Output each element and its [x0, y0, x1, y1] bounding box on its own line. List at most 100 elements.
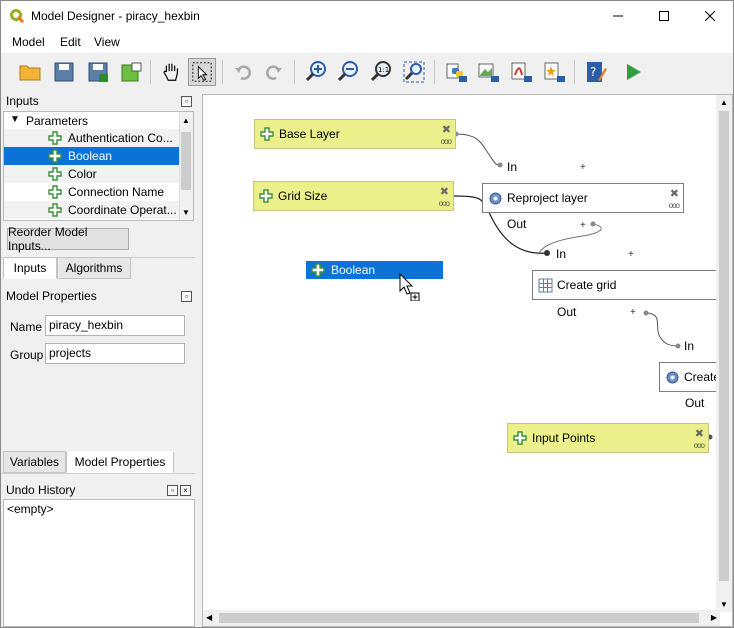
zoom-actual-button[interactable]: 1:1 — [367, 58, 395, 86]
expand-port-icon[interactable]: + — [580, 162, 586, 173]
remove-node-icon[interactable]: ✖ — [442, 123, 451, 136]
float-panel-icon[interactable]: ▫ — [167, 485, 178, 496]
save-as-button[interactable] — [84, 58, 112, 86]
tab-algorithms[interactable]: Algorithms — [57, 257, 131, 279]
minimize-icon — [613, 15, 623, 17]
undo-list[interactable]: <empty> — [3, 499, 195, 627]
pan-tool-button[interactable] — [157, 58, 185, 86]
remove-node-icon[interactable]: ✖ — [440, 185, 449, 198]
maximize-button[interactable] — [641, 1, 687, 31]
svg-text:1:1: 1:1 — [378, 66, 389, 74]
run-model-button[interactable] — [619, 58, 647, 86]
edit-help-button[interactable]: ? — [582, 58, 610, 86]
port-in[interactable]: In — [507, 160, 517, 174]
node-input-points[interactable]: Input Points ✖ ooo — [507, 423, 709, 453]
tab-variables[interactable]: Variables — [3, 451, 66, 473]
tree-item-color[interactable]: Color — [4, 165, 180, 183]
undo-panel-controls: ▫ × — [167, 485, 191, 496]
redo-button[interactable] — [260, 58, 288, 86]
node-options-icon[interactable]: ooo — [441, 137, 452, 146]
tree-item-label: Authentication Co... — [68, 131, 173, 145]
inputs-tree: ▼ Parameters Authentication Co... Boolea… — [3, 111, 194, 221]
tree-scrollbar[interactable]: ▲ ▼ — [179, 112, 193, 220]
scroll-left-icon[interactable]: ◀ — [206, 613, 212, 622]
tab-model-properties[interactable]: Model Properties — [66, 451, 174, 473]
close-button[interactable] — [687, 1, 733, 31]
parameter-plus-icon — [260, 127, 274, 141]
node-grid-size[interactable]: Grid Size ✖ ooo — [253, 181, 454, 211]
remove-node-icon[interactable]: ✖ — [670, 187, 679, 200]
export-svg-button[interactable] — [540, 58, 568, 86]
python-export-icon — [446, 63, 467, 82]
menu-bar: Model Edit View — [1, 31, 733, 53]
scroll-down-icon[interactable]: ▼ — [720, 600, 728, 609]
tree-root-parameters[interactable]: ▼ Parameters — [4, 112, 180, 130]
port-in[interactable]: In — [556, 247, 566, 261]
save-in-project-button[interactable] — [117, 58, 145, 86]
menu-view[interactable]: View — [94, 35, 120, 49]
float-panel-icon[interactable]: ▫ — [181, 96, 192, 107]
node-reproject-layer[interactable]: Reproject layer ✖ ooo — [482, 183, 684, 213]
node-create-grid[interactable]: Create grid — [532, 270, 732, 300]
scroll-down-icon[interactable]: ▼ — [182, 208, 190, 217]
save-as-icon — [88, 62, 108, 82]
node-options-icon[interactable]: ooo — [439, 199, 450, 208]
port-out[interactable]: Out — [557, 305, 576, 319]
zoom-full-button[interactable] — [400, 58, 428, 86]
menu-edit[interactable]: Edit — [60, 35, 81, 49]
undo-icon — [235, 65, 251, 80]
float-panel-icon[interactable]: ▫ — [181, 291, 192, 302]
undo-button[interactable] — [229, 58, 257, 86]
node-options-icon[interactable]: ooo — [669, 201, 680, 210]
reorder-inputs-button[interactable]: Reorder Model Inputs... — [7, 225, 129, 253]
connection-lines — [453, 131, 713, 440]
export-python-button[interactable] — [442, 58, 470, 86]
port-out[interactable]: Out — [507, 217, 526, 231]
scroll-right-icon[interactable]: ▶ — [711, 613, 717, 622]
model-properties-controls: ▫ — [181, 291, 192, 302]
node-options-icon[interactable]: ooo — [694, 441, 705, 450]
undo-empty-item[interactable]: <empty> — [7, 502, 54, 516]
port-in[interactable]: In — [684, 339, 694, 353]
port-out[interactable]: Out — [685, 396, 704, 410]
group-field[interactable]: projects — [45, 343, 185, 364]
tree-item-authentication[interactable]: Authentication Co... — [4, 129, 180, 147]
expand-port-icon[interactable]: + — [580, 220, 586, 231]
close-panel-icon[interactable]: × — [180, 485, 191, 496]
menu-model[interactable]: Model — [12, 35, 45, 49]
expand-port-icon[interactable]: + — [630, 307, 636, 318]
export-pdf-button[interactable] — [507, 58, 535, 86]
open-model-button[interactable] — [16, 58, 44, 86]
scroll-up-icon[interactable]: ▲ — [720, 98, 728, 107]
zoom-out-button[interactable] — [334, 58, 362, 86]
close-icon — [705, 11, 715, 21]
svg-export-icon — [544, 62, 565, 82]
canvas-horizontal-scrollbar[interactable]: ◀ ▶ — [203, 610, 720, 626]
minimize-button[interactable] — [595, 1, 641, 31]
save-model-button[interactable] — [50, 58, 78, 86]
expand-port-icon[interactable]: + — [628, 249, 634, 260]
dragged-boolean-item: Boolean — [306, 261, 443, 279]
tree-item-label: Boolean — [68, 149, 113, 163]
tab-inputs[interactable]: Inputs — [3, 257, 57, 279]
export-image-button[interactable] — [474, 58, 502, 86]
tree-item-connection-name[interactable]: Connection Name — [4, 183, 180, 201]
scroll-thumb[interactable] — [219, 613, 699, 623]
name-field[interactable]: piracy_hexbin — [45, 315, 185, 336]
zoom-in-button[interactable] — [302, 58, 330, 86]
scroll-thumb[interactable] — [181, 132, 191, 190]
algorithm-gear-icon — [666, 371, 679, 384]
dragged-item-label: Boolean — [331, 263, 376, 277]
scroll-thumb[interactable] — [719, 111, 729, 581]
select-tool-button[interactable] — [188, 58, 216, 86]
group-label: Group — [10, 348, 44, 362]
node-base-layer[interactable]: Base Layer ✖ ooo — [254, 119, 456, 149]
collapse-arrow-icon[interactable]: ▼ — [10, 114, 20, 125]
canvas-vertical-scrollbar[interactable]: ▲ ▼ — [716, 95, 732, 612]
remove-node-icon[interactable]: ✖ — [695, 427, 704, 440]
tree-item-boolean[interactable]: Boolean — [4, 147, 180, 165]
tree-item-label: Coordinate Operat... — [68, 203, 177, 217]
tree-item-coordinate-operation[interactable]: Coordinate Operat... — [4, 201, 180, 219]
model-canvas[interactable]: Base Layer ✖ ooo Grid Size ✖ ooo In + Re… — [202, 94, 733, 627]
scroll-up-icon[interactable]: ▲ — [182, 116, 190, 125]
